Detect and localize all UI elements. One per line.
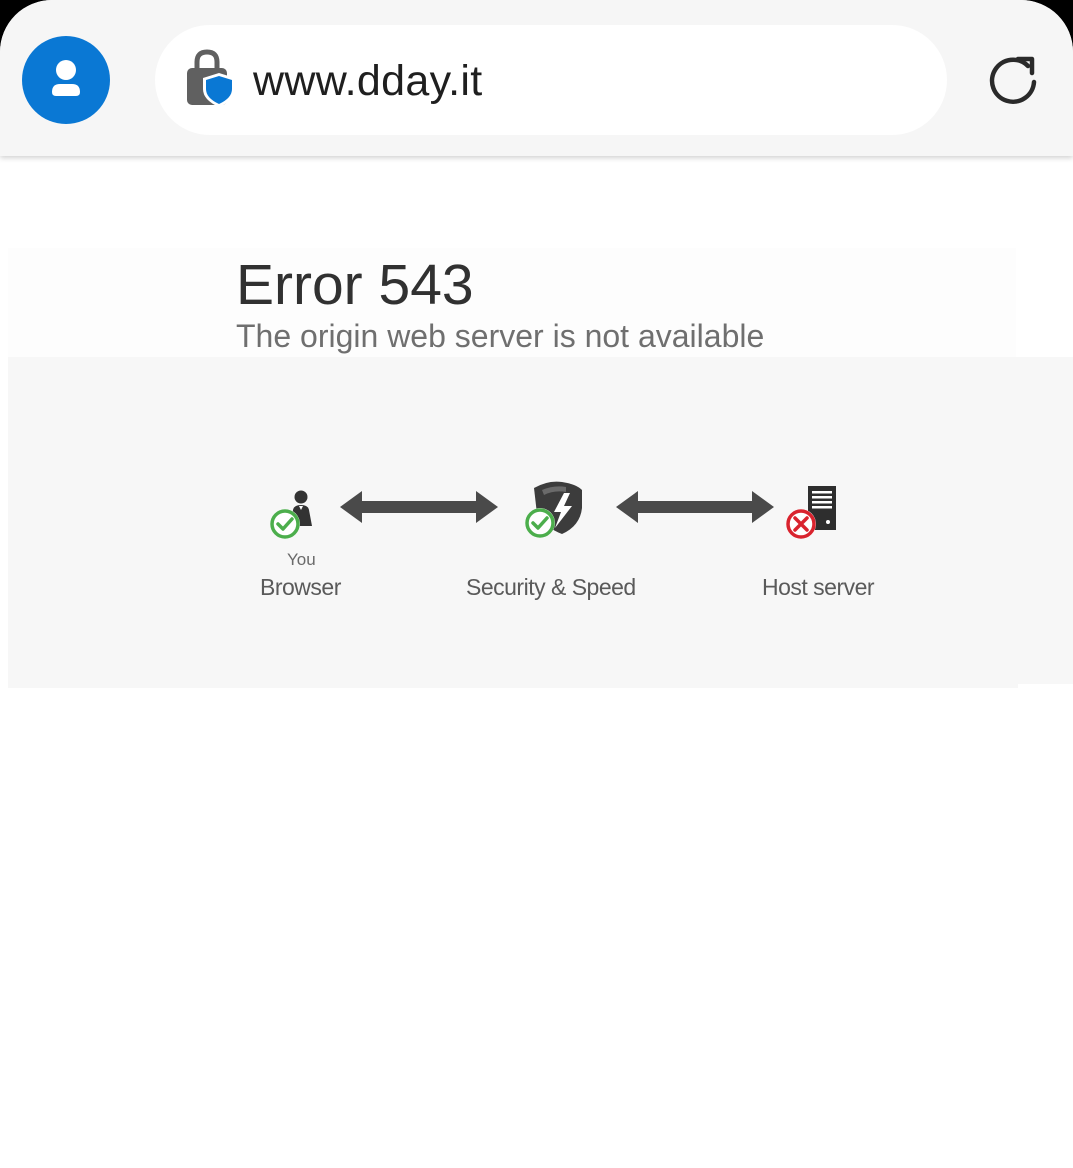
panel-corner [1018,684,1073,688]
shield-bolt-icon [520,478,586,547]
address-bar[interactable]: www.dday.it [155,25,947,135]
browser-screen: www.dday.it Error 543 The origin web ser… [0,0,1073,1168]
error-subtitle: The origin web server is not available [236,318,765,354]
node-sublabel-you: You [287,550,316,569]
browser-toolbar: www.dday.it [0,0,1073,156]
reload-icon[interactable] [984,52,1042,115]
user-icon [266,488,320,549]
error-title: Error 543 [236,253,474,317]
url-text[interactable]: www.dday.it [253,57,483,106]
node-label-browser: Browser [260,574,341,600]
profile-avatar-icon[interactable] [22,36,110,124]
node-label-host-server: Host server [762,574,875,600]
node-label-security-speed: Security & Speed [466,574,636,600]
double-arrow-icon [616,489,774,530]
double-arrow-icon [340,489,498,530]
server-icon [782,484,840,547]
lock-shield-icon[interactable] [185,49,237,114]
